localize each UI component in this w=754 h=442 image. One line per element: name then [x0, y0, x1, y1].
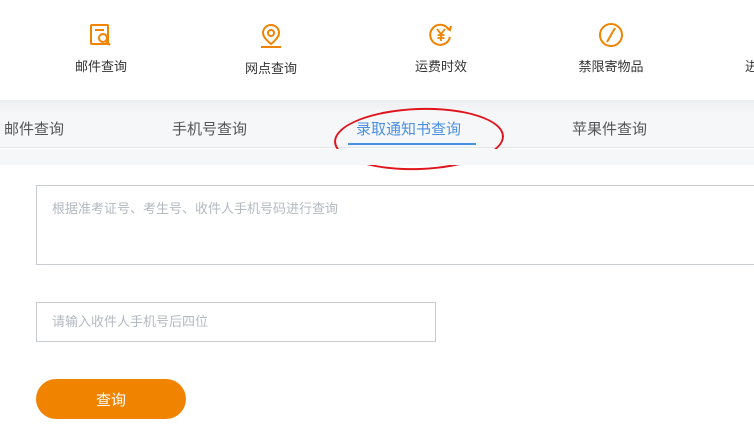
- service-nav: 邮件查询 网点查询 运费时效 禁限寄物品 进: [0, 0, 754, 100]
- service-label: 网点查询: [244, 62, 297, 77]
- tab-mail-query[interactable]: 邮件查询: [4, 118, 64, 139]
- service-freight[interactable]: 运费时效: [386, 22, 496, 75]
- tab-phone-query[interactable]: 手机号查询: [172, 118, 247, 139]
- service-partial[interactable]: 进: [745, 22, 754, 75]
- service-mail-query[interactable]: 邮件查询: [46, 22, 156, 75]
- service-prohibited[interactable]: 禁限寄物品: [556, 22, 666, 75]
- prohibited-icon: [599, 23, 623, 47]
- yen-circle-icon: [429, 23, 452, 46]
- service-outlet-query[interactable]: 网点查询: [216, 22, 326, 77]
- tab-admission-letter[interactable]: 录取通知书查询: [356, 118, 461, 139]
- phone-last4-input[interactable]: [36, 302, 436, 342]
- service-label: 运费时效: [414, 60, 467, 75]
- mail-search-icon: [90, 24, 111, 46]
- tab-apple-query[interactable]: 苹果件查询: [572, 118, 647, 139]
- service-label: 禁限寄物品: [578, 60, 644, 75]
- nav-shadow: [0, 100, 754, 114]
- divider-strip: [0, 149, 754, 165]
- service-label: 进: [745, 60, 754, 75]
- query-textarea[interactable]: [36, 185, 754, 265]
- query-button[interactable]: 查询: [36, 379, 186, 419]
- active-tab-underline: [348, 143, 476, 145]
- location-pin-icon: [261, 23, 281, 48]
- service-label: 邮件查询: [74, 60, 127, 75]
